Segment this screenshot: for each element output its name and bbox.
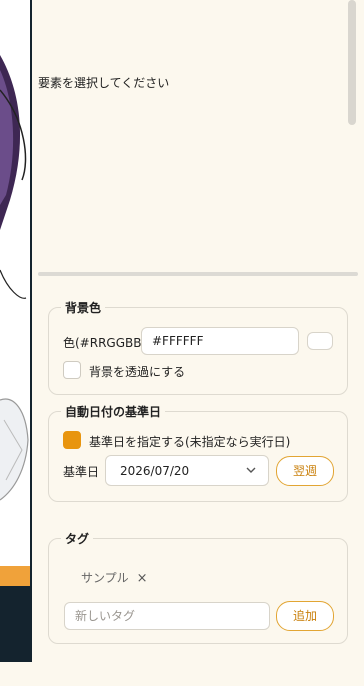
specify-date-checkbox[interactable] <box>63 431 81 449</box>
background-section: 背景色 色(#RRGGBB) 背景を透過にする <box>48 299 348 395</box>
new-tag-input[interactable] <box>64 602 270 630</box>
preview-footer <box>0 662 30 686</box>
preview-orange-band <box>0 566 30 586</box>
transparent-checkbox[interactable] <box>63 361 81 379</box>
preview-dark-band <box>0 586 30 662</box>
base-date-select[interactable]: 2026/07/20 <box>105 455 269 486</box>
color-label: 色(#RRGGBB) <box>63 336 147 350</box>
transparent-label: 背景を透過にする <box>89 365 186 379</box>
specify-date-label: 基準日を指定する(未指定なら実行日) <box>89 435 291 449</box>
preview-illustration <box>0 55 29 501</box>
tag-chip: サンプル × <box>81 569 148 586</box>
tag-label: サンプル <box>81 571 129 585</box>
no-selection-message: 要素を選択してください <box>38 76 170 90</box>
chevron-down-icon <box>246 467 256 473</box>
canvas-preview <box>0 0 30 662</box>
base-date-value: 2026/07/20 <box>120 464 190 478</box>
scrollbar-thumb[interactable] <box>348 0 356 125</box>
panel-resizer[interactable] <box>38 272 358 276</box>
date-section-title: 自動日付の基準日 <box>61 403 166 420</box>
color-swatch[interactable] <box>307 332 333 350</box>
background-section-title: 背景色 <box>61 299 106 316</box>
tags-section-title: タグ <box>61 530 94 547</box>
tags-section: タグ サンプル × 追加 <box>48 530 348 644</box>
remove-tag-icon[interactable]: × <box>137 571 148 586</box>
next-week-button[interactable]: 翌週 <box>276 456 334 486</box>
date-section: 自動日付の基準日 基準日を指定する(未指定なら実行日) 基準日 2026/07/… <box>48 403 348 502</box>
add-tag-button[interactable]: 追加 <box>276 601 334 631</box>
properties-panel: 要素を選択してください 背景色 色(#RRGGBB) 背景を透過にする 自動日付… <box>32 0 364 686</box>
color-hex-input[interactable] <box>141 327 299 355</box>
base-date-label: 基準日 <box>63 465 100 479</box>
